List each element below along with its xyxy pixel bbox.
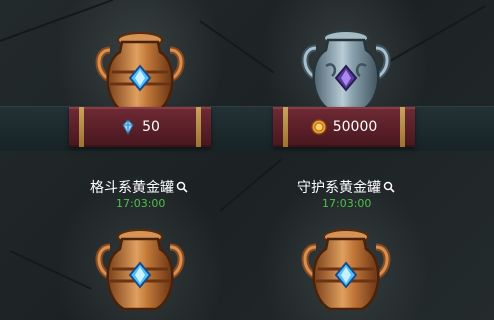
jar-card-4[interactable]: [252, 220, 442, 320]
jar-card-3[interactable]: [45, 220, 235, 320]
jar-card-1[interactable]: 50 格斗系黄金罐 17:03:00: [45, 0, 235, 215]
magnifier-icon[interactable]: [383, 181, 395, 193]
jar-card-2[interactable]: 50000 守护系黄金罐 17:03:00: [252, 0, 442, 215]
jar-title-text: 守护系黄金罐: [297, 180, 381, 196]
jar-title-text: 格斗系黄金罐: [90, 180, 174, 196]
price-bar[interactable]: 50000: [273, 107, 415, 147]
countdown-timer: 17:03:00: [322, 197, 372, 210]
countdown-timer: 17:03:00: [116, 197, 166, 210]
bronze-jar-icon: [301, 229, 391, 311]
crystal-icon: [122, 119, 134, 135]
coin-icon: [311, 119, 327, 135]
silver-jar-icon: [301, 30, 391, 112]
jar-title: 守护系黄金罐: [297, 177, 395, 197]
price-value: 50: [142, 119, 160, 135]
bronze-jar-icon: [95, 32, 185, 114]
bronze-jar-icon: [95, 229, 185, 311]
price-value: 50000: [332, 119, 378, 135]
magnifier-icon[interactable]: [176, 181, 188, 193]
jar-title: 格斗系黄金罐: [90, 177, 188, 197]
price-bar[interactable]: 50: [69, 107, 211, 147]
